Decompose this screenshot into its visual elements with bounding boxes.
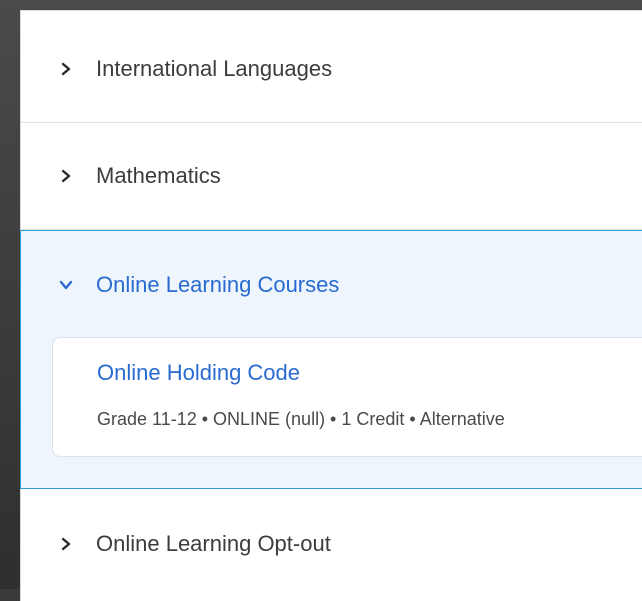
course-title-link[interactable]: Online Holding Code <box>97 360 300 386</box>
category-label: International Languages <box>96 56 333 81</box>
category-row-online-learning-opt-out[interactable]: Online Learning Opt-out <box>21 489 642 601</box>
category-label: Mathematics <box>96 163 221 188</box>
course-category-list: International Languages Mathematics Onli… <box>20 10 642 601</box>
course-card[interactable]: Online Holding Code Grade 11-12 • ONLINE… <box>52 337 642 457</box>
category-label: Online Learning Courses <box>96 272 340 297</box>
chevron-right-icon <box>61 169 71 183</box>
course-meta: Grade 11-12 • ONLINE (null) • 1 Credit •… <box>97 409 505 429</box>
category-row-international-languages[interactable]: International Languages <box>21 11 642 123</box>
chevron-right-icon <box>61 537 71 551</box>
category-row-online-learning-courses[interactable]: Online Learning Courses Online Holding C… <box>20 230 642 489</box>
chevron-right-icon <box>61 62 71 76</box>
screen-background: International Languages Mathematics Onli… <box>0 0 642 601</box>
chevron-down-icon <box>59 280 73 290</box>
category-label: Online Learning Opt-out <box>96 531 331 556</box>
category-row-mathematics[interactable]: Mathematics <box>21 123 642 230</box>
